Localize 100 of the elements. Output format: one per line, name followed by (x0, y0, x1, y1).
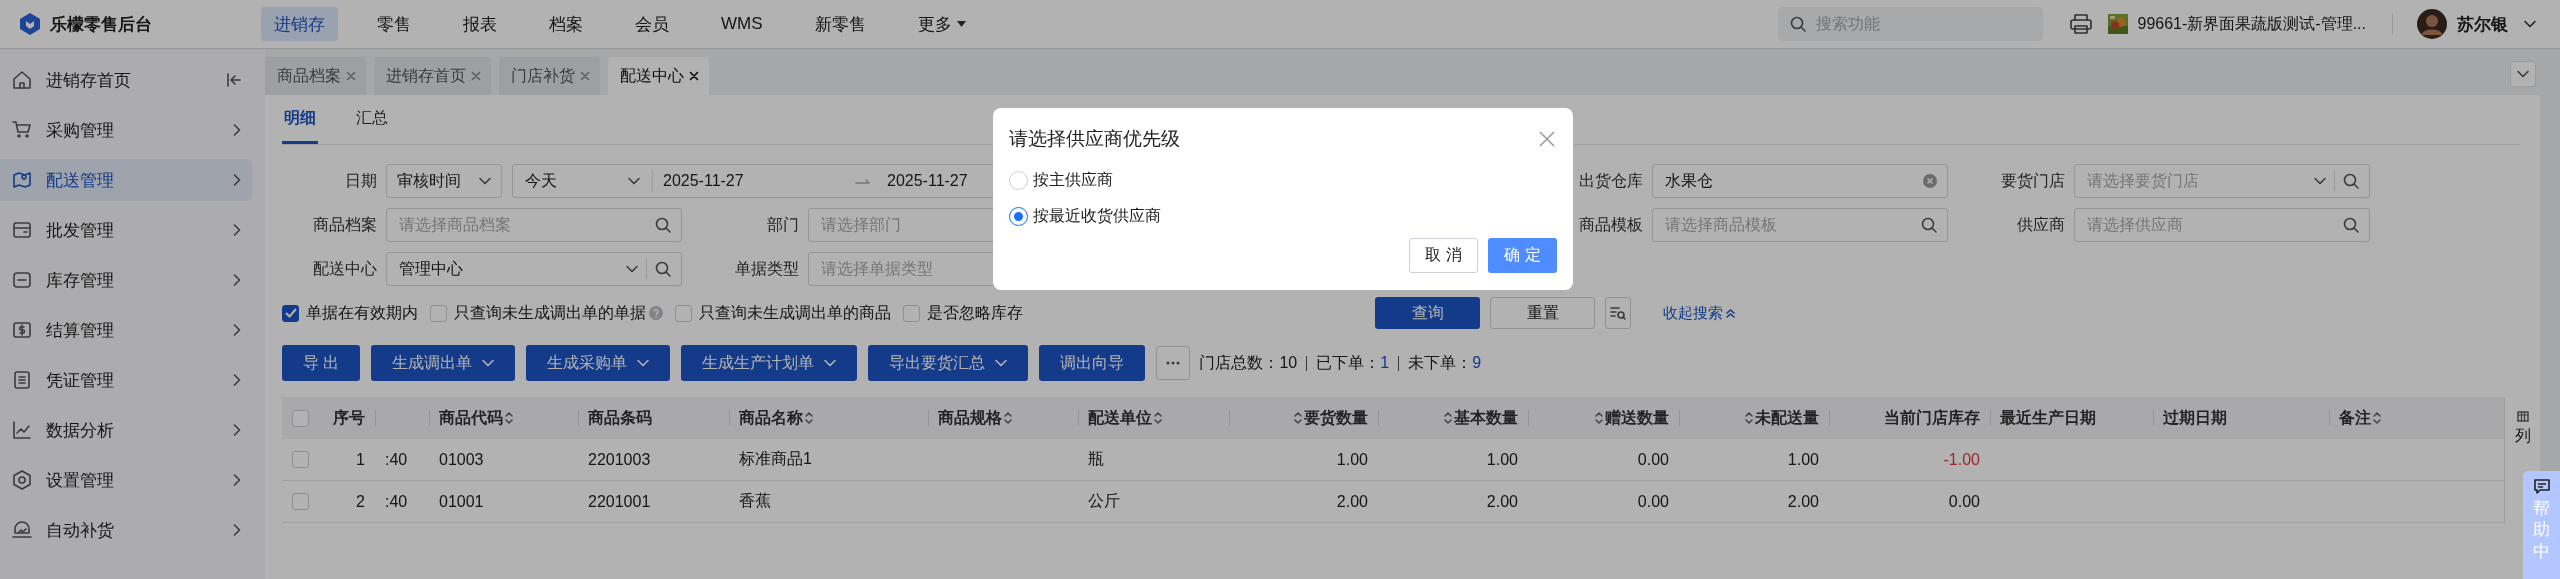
checkbox[interactable]: 单据在有效期内 (282, 302, 418, 324)
nav-item[interactable]: WMS (708, 7, 776, 41)
sidebar-item[interactable]: 自动补货 (0, 509, 253, 551)
table-cell: 2.00 (1486, 492, 1518, 511)
table-cell: 1.00 (1486, 450, 1518, 469)
column-header[interactable]: 当前门店库存 (1829, 397, 1990, 439)
dropdown-button[interactable]: 导出要货汇总 (868, 345, 1029, 381)
field-label: 配送中心 (312, 258, 378, 279)
search-field[interactable]: 请选择商品模板 (1652, 208, 1948, 242)
sub-tab[interactable]: 汇总 (354, 95, 390, 144)
start-date[interactable]: 2025-11-27 (653, 172, 849, 190)
checkbox[interactable]: 是否忽略库存 (903, 302, 1023, 324)
nav-item[interactable]: 新零售 (801, 7, 879, 41)
table-cell: 2 (356, 492, 365, 511)
summary-stat: 门店总数：10 (1199, 352, 1298, 373)
table-cell: 0.00 (1637, 450, 1669, 469)
column-header[interactable]: 最近生产日期 (1990, 397, 2153, 439)
field-label: 要货门店 (2000, 170, 2066, 191)
checkbox[interactable]: 只查询未生成调出单的单据 (430, 302, 663, 324)
query-button[interactable]: 查询 (1375, 297, 1480, 329)
table-cell: :40 (385, 450, 408, 469)
mode-select[interactable]: 审核时间 (386, 164, 502, 198)
text-input[interactable]: 水果仓 (1663, 171, 1915, 191)
column-header[interactable]: 商品代码 (429, 397, 578, 439)
page-tab[interactable]: 进销存首页 (374, 57, 491, 95)
table-cell-text: 标准商品1 (739, 449, 812, 469)
reset-button[interactable]: 重置 (1490, 297, 1595, 329)
column-header[interactable]: 商品条码 (578, 397, 729, 439)
action-button[interactable]: 导 出 (282, 345, 361, 381)
nav-item[interactable]: 零售 (364, 7, 424, 41)
field-label: 日期 (344, 170, 378, 191)
sidebar-item[interactable]: 数据分析 (0, 409, 253, 451)
field-label: 部门 (766, 214, 800, 235)
table-cell: 01003 (439, 450, 484, 469)
select-field[interactable]: 请选择要货门店 (2074, 164, 2370, 198)
action-button[interactable]: 调出向导 (1039, 345, 1146, 381)
dropdown-button[interactable]: 生成生产计划单 (681, 345, 858, 381)
page-tab[interactable]: 商品档案 (265, 57, 366, 95)
sidebar-item[interactable]: 库存管理 (0, 259, 253, 301)
summary-stat: 未下单：9 (1408, 352, 1482, 373)
sidebar-item[interactable]: 凭证管理 (0, 359, 253, 401)
sub-tab[interactable]: 明细 (282, 95, 318, 144)
page-tab[interactable]: 配送中心 (608, 57, 709, 95)
table-cell: 0.00 (1948, 492, 1980, 511)
sidebar-item[interactable]: 采购管理 (0, 109, 253, 151)
search-field[interactable]: 请选择供应商 (2074, 208, 2370, 242)
text-input[interactable]: 请选择商品模板 (1663, 215, 1913, 235)
text-input[interactable]: 请选择商品档案 (397, 215, 647, 235)
text-input[interactable]: 管理中心 (397, 259, 618, 279)
checkbox[interactable]: 只查询未生成调出单的商品 (675, 302, 891, 324)
column-header[interactable]: 过期日期 (2153, 397, 2329, 439)
sidebar-item[interactable]: 批发管理 (0, 209, 253, 251)
table-cell: :40 (385, 492, 408, 511)
summary-stat: 已下单：1 (1316, 352, 1390, 373)
dialog-title: 请选择供应商优先级 (1009, 127, 1180, 151)
column-header[interactable]: 要货数量 (1229, 397, 1378, 439)
table-cell: 2.00 (1787, 492, 1819, 511)
table-cell-text: 香蕉 (739, 491, 771, 511)
text-input[interactable]: 请选择要货门店 (2085, 171, 2306, 191)
field-label: 供应商 (2016, 214, 2066, 235)
field-label: 单据类型 (734, 258, 800, 279)
collapse-link[interactable]: 收起搜索 (1663, 303, 1735, 323)
search-field[interactable]: 请选择商品档案 (386, 208, 682, 242)
page-tab[interactable]: 门店补货 (499, 57, 600, 95)
select-field[interactable]: 管理中心 (386, 252, 682, 286)
radio-option[interactable]: 按主供应商 (1009, 162, 1557, 198)
user-menu[interactable]: 苏尔银 (2417, 9, 2536, 39)
table-cell: 2.00 (1336, 492, 1368, 511)
sidebar-item[interactable]: 配送管理 (0, 159, 253, 201)
nav-item[interactable]: 报表 (450, 7, 510, 41)
store-selector[interactable]: 99661-新界面果蔬版测试-管理... (2107, 13, 2366, 35)
column-header[interactable]: 基本数量 (1378, 397, 1528, 439)
nav-item[interactable]: 更多 (904, 7, 979, 41)
column-header[interactable]: 配送单位 (1078, 397, 1229, 439)
table-cell: 2201001 (588, 492, 651, 511)
cancel-button[interactable]: 取 消 (1409, 238, 1478, 273)
column-header[interactable]: 商品规格 (928, 397, 1078, 439)
text-input[interactable]: 请选择供应商 (2085, 215, 2335, 235)
nav-item[interactable]: 会员 (622, 7, 682, 41)
column-header[interactable]: 商品名称 (729, 397, 928, 439)
column-header[interactable]: 备注 (2329, 397, 2504, 439)
table-cell-text: 公斤 (1088, 491, 1120, 511)
table-cell: 1.00 (1336, 450, 1368, 469)
column-header[interactable]: 赠送数量 (1528, 397, 1679, 439)
preset-select[interactable]: 今天 (513, 170, 653, 192)
text-input[interactable]: 请选择单据类型 (819, 259, 1093, 279)
dropdown-button[interactable]: 生成采购单 (526, 345, 671, 381)
nav-item[interactable]: 档案 (536, 7, 596, 41)
table-cell-text: 瓶 (1088, 449, 1104, 469)
field-label: 商品模板 (1578, 214, 1644, 235)
table-cell: 2201003 (588, 450, 651, 469)
column-header[interactable]: 序号 (318, 397, 375, 439)
nav-item[interactable]: 进销存 (261, 7, 338, 41)
input-field[interactable]: 水果仓 (1652, 164, 1948, 198)
brand-name: 乐檬零售后台 (50, 13, 152, 36)
sidebar-item[interactable]: 结算管理 (0, 309, 253, 351)
sidebar-item[interactable]: 设置管理 (0, 459, 253, 501)
sidebar-item[interactable]: 进销存首页 (0, 59, 253, 101)
column-header[interactable]: 未配送量 (1679, 397, 1829, 439)
dropdown-button[interactable]: 生成调出单 (371, 345, 516, 381)
